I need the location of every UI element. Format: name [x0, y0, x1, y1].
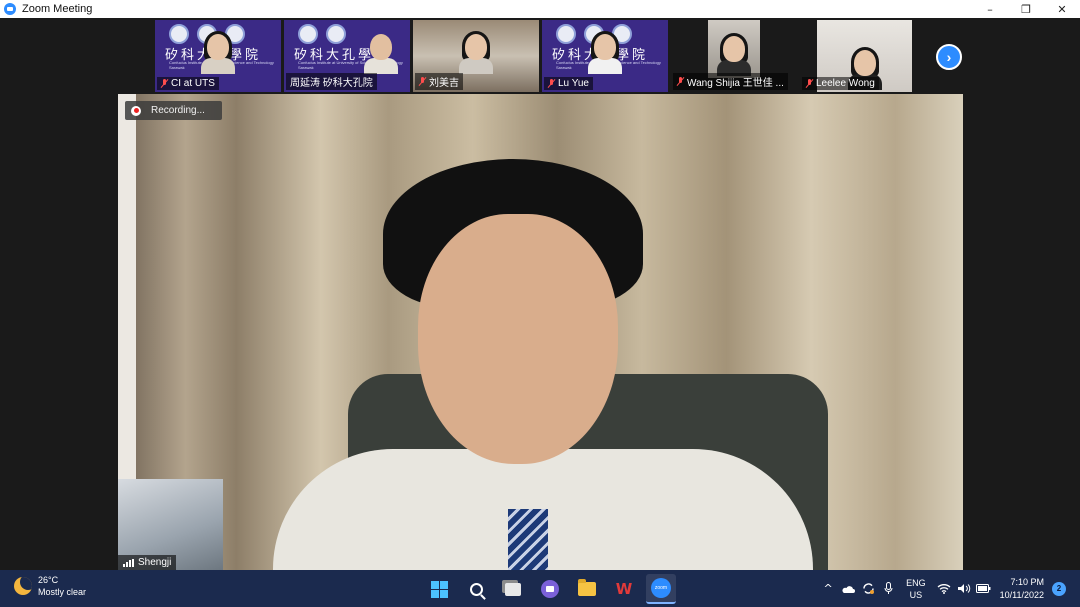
university-seal-icon	[298, 24, 318, 44]
windows-taskbar: 26°C Mostly clear W zoom ^ ENG US 7:10 P…	[0, 570, 1080, 607]
speaker-name: Shengji	[138, 557, 172, 568]
mic-muted-icon	[548, 79, 555, 88]
active-speaker-video[interactable]: Recording... Shengji	[118, 94, 963, 570]
battery-icon[interactable]	[974, 579, 994, 599]
start-button[interactable]	[424, 574, 454, 604]
participant-tile[interactable]: Wang Shijia 王世佳 ...	[671, 20, 797, 92]
speaker-figure	[273, 159, 813, 570]
language-code: ENG	[906, 577, 926, 588]
participant-name: 周延涛 矽科大孔院	[290, 78, 373, 89]
minimize-button[interactable]: –	[972, 0, 1008, 18]
university-seal-icon	[556, 24, 576, 44]
next-page-button[interactable]: ›	[936, 44, 962, 70]
microphone-icon[interactable]	[878, 579, 898, 599]
window-controls: – ❐ ✕	[972, 0, 1080, 18]
moon-weather-icon	[14, 577, 32, 595]
speaker-name-tag: Shengji	[118, 555, 177, 570]
university-seal-icon	[169, 24, 189, 44]
participant-tile[interactable]: Leelee Wong	[800, 20, 926, 92]
onedrive-cloud-icon[interactable]	[838, 579, 858, 599]
task-view-icon	[505, 582, 521, 596]
mic-muted-icon	[806, 79, 813, 88]
mic-muted-icon	[161, 79, 168, 88]
participant-video	[459, 31, 493, 76]
participant-video	[364, 31, 398, 76]
close-button[interactable]: ✕	[1044, 0, 1080, 18]
wps-icon: W	[615, 580, 633, 598]
record-dot-icon	[131, 105, 141, 116]
show-hidden-icons-chevron-icon[interactable]: ^	[818, 579, 838, 599]
taskbar-apps: W zoom	[424, 574, 676, 604]
clock-date: 10/11/2022	[999, 589, 1044, 600]
weather-description: Mostly clear	[38, 587, 87, 597]
participant-name: CI at UTS	[171, 78, 215, 89]
participant-tile[interactable]: 刘美吉	[413, 20, 539, 92]
meeting-area: 矽科大孔學院 Confucius Institute at University…	[0, 18, 1080, 570]
zoom-icon: zoom	[651, 578, 671, 598]
volume-icon[interactable]	[954, 579, 974, 599]
recording-label: Recording...	[151, 105, 205, 116]
participant-name: Lu Yue	[558, 78, 589, 89]
participant-tile[interactable]: 矽科大孔學院 Confucius Institute at University…	[284, 20, 410, 92]
zoom-app-icon	[4, 3, 16, 15]
participant-name-tag: Leelee Wong	[802, 77, 879, 90]
restore-button[interactable]: ❐	[1008, 0, 1044, 18]
wps-office-button[interactable]: W	[609, 574, 639, 604]
participant-tile[interactable]: 矽科大孔學院 Confucius Institute at University…	[155, 20, 281, 92]
weather-temperature: 26°C	[38, 575, 59, 585]
search-icon	[469, 582, 483, 596]
weather-widget[interactable]: 26°C Mostly clear	[14, 574, 86, 598]
window-title: Zoom Meeting	[22, 3, 93, 15]
participant-name-tag: Wang Shijia 王世佳 ...	[673, 73, 788, 90]
participant-name-tag: CI at UTS	[157, 77, 219, 90]
mic-muted-icon	[677, 77, 684, 86]
participant-video	[201, 31, 235, 76]
task-view-button[interactable]	[498, 574, 528, 604]
clock[interactable]: 7:10 PM 10/11/2022	[1000, 576, 1044, 602]
participant-name-tag: Lu Yue	[544, 77, 593, 90]
logo-row	[298, 24, 346, 44]
institute-seal-icon	[326, 24, 346, 44]
windows-logo-icon	[430, 580, 448, 598]
participant-name: Wang Shijia 王世佳 ...	[687, 78, 784, 89]
participant-name-tag: 刘美吉	[415, 73, 463, 90]
participant-tile[interactable]: 矽科大孔學院 Confucius Institute at University…	[542, 20, 668, 92]
zoom-taskbar-button[interactable]: zoom	[646, 574, 676, 604]
search-button[interactable]	[461, 574, 491, 604]
wall	[118, 94, 136, 484]
notification-badge[interactable]: 2	[1052, 581, 1066, 596]
connection-signal-icon	[123, 558, 134, 567]
chat-icon	[541, 580, 559, 598]
teams-chat-button[interactable]	[535, 574, 565, 604]
participant-name: Leelee Wong	[816, 78, 875, 89]
keyboard-layout: US	[909, 589, 923, 600]
participant-name-tag: 周延涛 矽科大孔院	[286, 73, 377, 90]
title-bar: Zoom Meeting – ❐ ✕	[0, 0, 1080, 18]
system-tray: ^ ENG US 7:10 PM 10/11/2022 2	[818, 570, 1080, 607]
sync-icon[interactable]	[858, 579, 878, 599]
folder-icon	[578, 579, 596, 596]
participant-strip: 矽科大孔學院 Confucius Institute at University…	[155, 20, 926, 92]
participant-video	[588, 31, 622, 76]
recording-indicator[interactable]: Recording...	[125, 101, 222, 120]
participant-name: 刘美吉	[429, 78, 459, 89]
wifi-icon[interactable]	[934, 579, 954, 599]
participant-video	[708, 20, 760, 78]
mic-muted-icon	[419, 77, 426, 86]
input-language[interactable]: ENG US	[906, 577, 926, 601]
file-explorer-button[interactable]	[572, 574, 602, 604]
clock-time: 7:10 PM	[1010, 576, 1044, 587]
